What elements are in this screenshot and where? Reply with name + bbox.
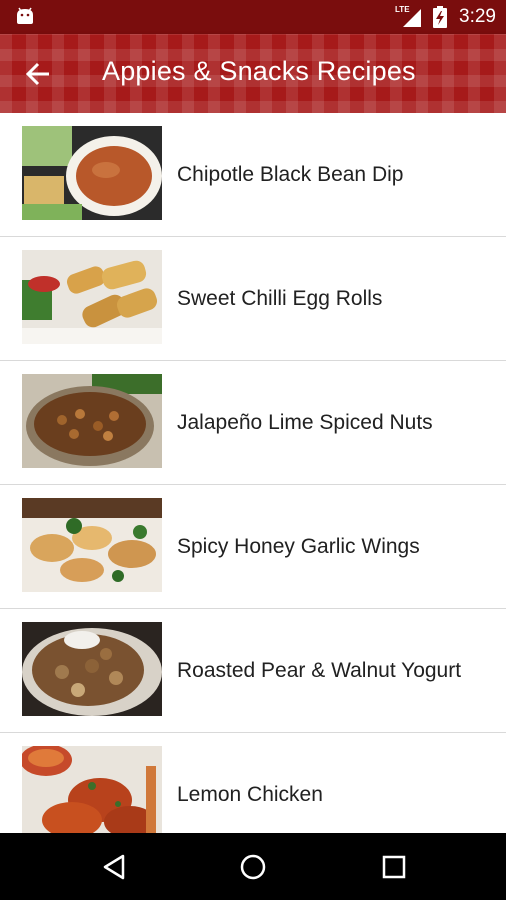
recipe-title: Sweet Chilli Egg Rolls — [177, 286, 383, 310]
list-item[interactable]: Roasted Pear & Walnut Yogurt — [0, 609, 506, 733]
status-bar: LTE 3:29 — [0, 0, 506, 34]
recipe-thumbnail — [22, 622, 162, 716]
recipe-title: Chipotle Black Bean Dip — [177, 162, 404, 186]
navigation-bar — [0, 833, 506, 900]
android-icon — [17, 7, 33, 24]
recipe-thumbnail — [22, 498, 162, 592]
recipe-title: Jalapeño Lime Spiced Nuts — [177, 410, 433, 434]
home-circle-icon — [240, 854, 266, 880]
signal-icon: LTE — [395, 5, 425, 29]
recipe-title: Roasted Pear & Walnut Yogurt — [177, 658, 462, 682]
list-item[interactable]: Jalapeño Lime Spiced Nuts — [0, 361, 506, 485]
recipe-thumbnail — [22, 126, 162, 220]
recipe-thumbnail — [22, 250, 162, 344]
nav-back-button[interactable] — [96, 849, 132, 885]
nav-home-button[interactable] — [235, 849, 271, 885]
battery-charging-icon — [433, 6, 448, 28]
recipe-list: Chipotle Black Bean Dip Sweet Chilli Egg… — [0, 113, 506, 857]
list-item[interactable]: Chipotle Black Bean Dip — [0, 113, 506, 237]
recipe-thumbnail — [22, 746, 162, 840]
page-title: Appies & Snacks Recipes — [102, 56, 416, 86]
status-time: 3:29 — [459, 6, 496, 27]
list-item[interactable]: Sweet Chilli Egg Rolls — [0, 237, 506, 361]
recipe-title: Spicy Honey Garlic Wings — [177, 534, 420, 558]
arrow-left-icon — [25, 62, 49, 86]
app-bar: Appies & Snacks Recipes — [0, 34, 506, 113]
recents-square-icon — [382, 855, 406, 879]
back-button[interactable] — [18, 54, 58, 94]
recipe-thumbnail — [22, 374, 162, 468]
nav-recents-button[interactable] — [376, 849, 412, 885]
back-triangle-icon — [103, 854, 125, 880]
list-item[interactable]: Spicy Honey Garlic Wings — [0, 485, 506, 609]
